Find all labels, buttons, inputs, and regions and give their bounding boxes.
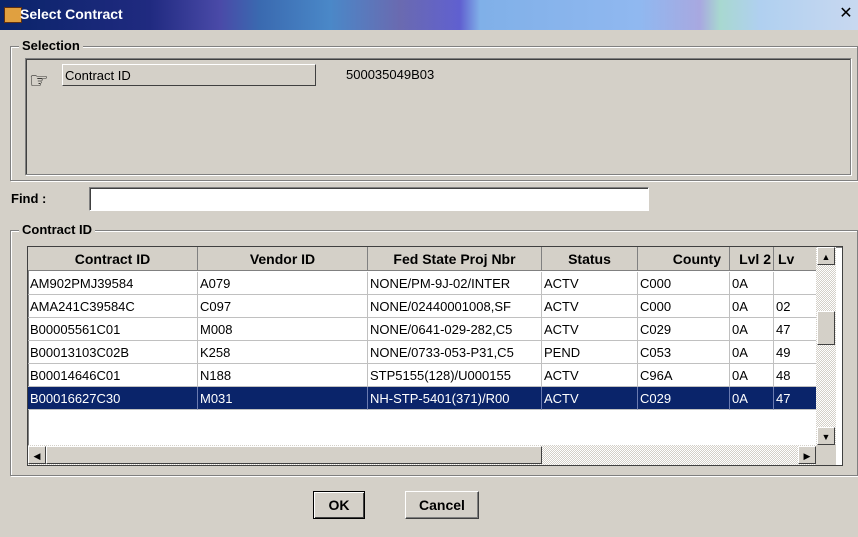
pointing-hand-icon: ☞ bbox=[29, 68, 49, 93]
column-header-lv[interactable]: Lv bbox=[774, 247, 818, 271]
scroll-right-button[interactable]: ▶ bbox=[798, 446, 816, 464]
horizontal-scroll-thumb[interactable] bbox=[46, 446, 542, 464]
column-header-fed-state-proj-nbr[interactable]: Fed State Proj Nbr bbox=[368, 247, 542, 271]
cell-vendor-id: M008 bbox=[198, 318, 368, 341]
cell-status: ACTV bbox=[542, 318, 638, 341]
scroll-down-button[interactable]: ▼ bbox=[817, 427, 835, 445]
cell-county: C029 bbox=[638, 387, 730, 410]
cell-contract-id: B00005561C01 bbox=[28, 318, 198, 341]
selected-contract-id: 500035049B03 bbox=[346, 67, 435, 82]
cell-lvl-2: 0A bbox=[730, 364, 774, 387]
find-label: Find : bbox=[11, 191, 47, 206]
title-bar: Select Contract ✕ bbox=[0, 0, 858, 30]
cell-lv bbox=[774, 272, 818, 295]
contract-id-button[interactable]: Contract ID bbox=[62, 64, 316, 86]
cell-lv: 48 bbox=[774, 364, 818, 387]
cell-status: ACTV bbox=[542, 364, 638, 387]
vertical-scrollbar[interactable]: ▲ ▼ bbox=[816, 247, 836, 445]
cell-lvl-2: 0A bbox=[730, 341, 774, 364]
cell-contract-id: B00014646C01 bbox=[28, 364, 198, 387]
cell-contract-id: B00013103C02B bbox=[28, 341, 198, 364]
cell-status: ACTV bbox=[542, 387, 638, 410]
cell-county: C000 bbox=[638, 272, 730, 295]
cell-county: C029 bbox=[638, 318, 730, 341]
selection-legend: Selection bbox=[19, 38, 83, 53]
column-header-county[interactable]: County bbox=[638, 247, 730, 271]
cell-lv: 47 bbox=[774, 387, 818, 410]
column-header-lvl-2[interactable]: Lvl 2 bbox=[730, 247, 774, 271]
ok-button[interactable]: OK bbox=[313, 491, 365, 519]
cell-vendor-id: K258 bbox=[198, 341, 368, 364]
table-row[interactable]: B00014646C01 N188 STP5155(128)/U000155 A… bbox=[28, 364, 818, 387]
table-row[interactable]: B00005561C01 M008 NONE/0641-029-282,C5 A… bbox=[28, 318, 818, 341]
cell-contract-id: AMA241C39584C bbox=[28, 295, 198, 318]
window-title: Select Contract bbox=[20, 6, 123, 22]
scrollbar-corner bbox=[816, 445, 836, 465]
cell-county: C96A bbox=[638, 364, 730, 387]
cell-county: C053 bbox=[638, 341, 730, 364]
cell-fed-state-proj-nbr: NONE/PM-9J-02/INTER bbox=[368, 272, 542, 295]
close-button[interactable]: ✕ bbox=[838, 6, 854, 22]
column-header-contract-id[interactable]: Contract ID bbox=[28, 247, 198, 271]
cell-lv: 49 bbox=[774, 341, 818, 364]
cell-contract-id: AM902PMJ39584 bbox=[28, 272, 198, 295]
cancel-button[interactable]: Cancel bbox=[405, 491, 479, 519]
cell-vendor-id: M031 bbox=[198, 387, 368, 410]
table-row[interactable]: B00013103C02B K258 NONE/0733-053-P31,C5 … bbox=[28, 341, 818, 364]
vertical-scroll-thumb[interactable] bbox=[817, 311, 835, 345]
cell-vendor-id: A079 bbox=[198, 272, 368, 295]
cell-fed-state-proj-nbr: NONE/02440001008,SF bbox=[368, 295, 542, 318]
cell-lvl-2: 0A bbox=[730, 318, 774, 341]
cell-fed-state-proj-nbr: NONE/0641-029-282,C5 bbox=[368, 318, 542, 341]
cell-lv: 47 bbox=[774, 318, 818, 341]
scroll-up-button[interactable]: ▲ bbox=[817, 247, 835, 265]
table-row[interactable]: AMA241C39584C C097 NONE/02440001008,SF A… bbox=[28, 295, 818, 318]
cell-lv: 02 bbox=[774, 295, 818, 318]
cell-lvl-2: 0A bbox=[730, 295, 774, 318]
table-row-selected[interactable]: B00016627C30 M031 NH-STP-5401(371)/R00 A… bbox=[28, 387, 818, 410]
scroll-left-button[interactable]: ◀ bbox=[28, 446, 46, 464]
cell-status: ACTV bbox=[542, 295, 638, 318]
column-header-status[interactable]: Status bbox=[542, 247, 638, 271]
cell-vendor-id: C097 bbox=[198, 295, 368, 318]
table-row[interactable]: AM902PMJ39584 A079 NONE/PM-9J-02/INTER A… bbox=[28, 272, 818, 295]
cell-fed-state-proj-nbr: NONE/0733-053-P31,C5 bbox=[368, 341, 542, 364]
cell-status: ACTV bbox=[542, 272, 638, 295]
contract-grid[interactable]: Contract ID Vendor ID Fed State Proj Nbr… bbox=[27, 246, 843, 466]
cell-vendor-id: N188 bbox=[198, 364, 368, 387]
cell-fed-state-proj-nbr: NH-STP-5401(371)/R00 bbox=[368, 387, 542, 410]
contract-id-legend: Contract ID bbox=[19, 222, 96, 237]
horizontal-scrollbar[interactable]: ◀ ▶ bbox=[28, 445, 816, 465]
find-input[interactable] bbox=[89, 187, 649, 211]
column-header-vendor-id[interactable]: Vendor ID bbox=[198, 247, 368, 271]
cell-contract-id: B00016627C30 bbox=[28, 387, 198, 410]
cell-lvl-2: 0A bbox=[730, 387, 774, 410]
cell-fed-state-proj-nbr: STP5155(128)/U000155 bbox=[368, 364, 542, 387]
cell-lvl-2: 0A bbox=[730, 272, 774, 295]
cell-county: C000 bbox=[638, 295, 730, 318]
grid-header: Contract ID Vendor ID Fed State Proj Nbr… bbox=[28, 247, 818, 271]
cell-status: PEND bbox=[542, 341, 638, 364]
